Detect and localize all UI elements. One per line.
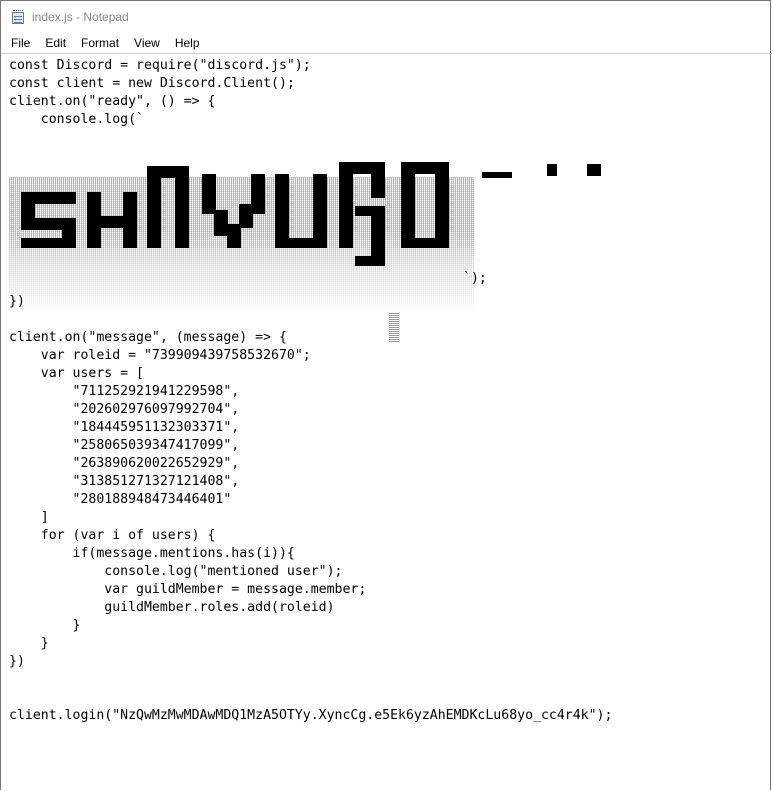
menu-edit[interactable]: Edit [38, 36, 74, 50]
notepad-icon [11, 9, 26, 25]
menu-format[interactable]: Format [74, 36, 127, 50]
menu-view[interactable]: View [127, 36, 168, 50]
banner-close-line: `); [463, 271, 487, 286]
menu-help[interactable]: Help [168, 36, 208, 50]
menu-bar: File Edit Format View Help [1, 33, 770, 53]
text-editor[interactable]: const Discord = require("discord.js"); c… [1, 53, 772, 791]
menu-file[interactable]: File [4, 36, 38, 50]
window-title: index.js - Notepad [32, 10, 129, 24]
title-bar: index.js - Notepad [1, 1, 770, 33]
ascii-art-banner [9, 162, 601, 342]
code-top: const Discord = require("discord.js"); c… [9, 58, 311, 127]
notepad-window: index.js - Notepad File Edit Format View… [0, 0, 772, 791]
code-bottom: }) client.on("message", (message) => { v… [9, 294, 613, 723]
